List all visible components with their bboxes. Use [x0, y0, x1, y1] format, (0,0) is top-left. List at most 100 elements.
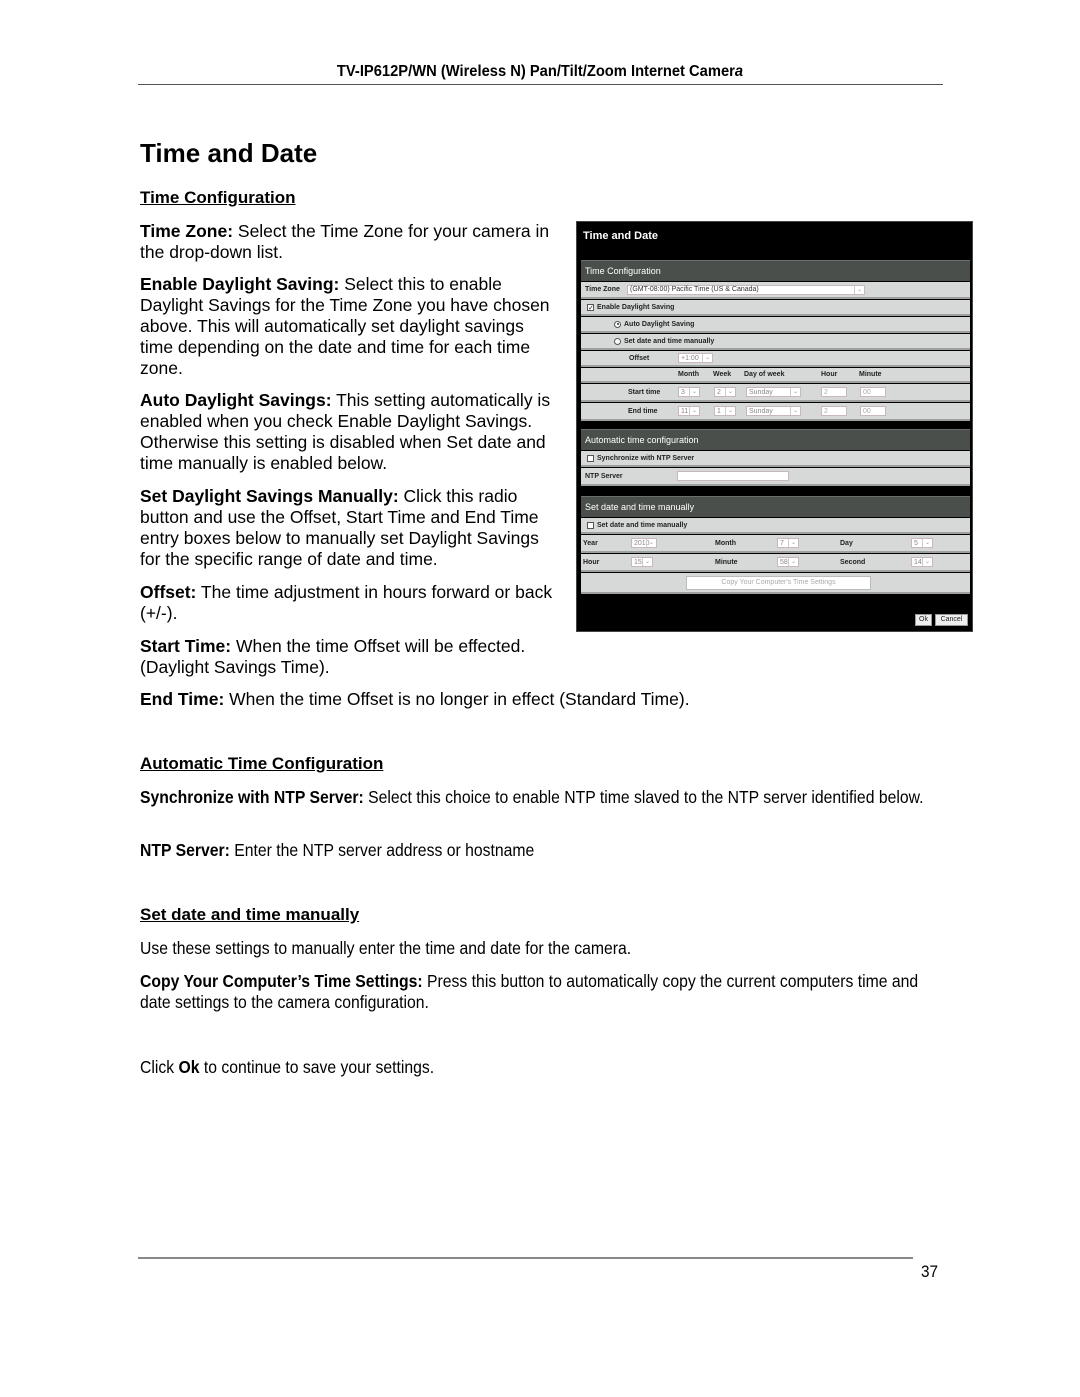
auto-dst-label: Auto Daylight Saving: [624, 320, 695, 328]
paragraph-synchronize-ntp: Synchronize with NTP Server: Select this…: [140, 787, 941, 808]
term: NTP Server:: [140, 840, 230, 860]
paragraph-set-daylight-savings-manually: Set Daylight Savings Manually: Click thi…: [140, 486, 560, 570]
time-zone-value: (GMT-08:00) Pacific Time (US & Canada): [630, 286, 759, 293]
section-heading-set-date-time-manually: Set date and time manually: [140, 905, 360, 924]
paragraph-copy-time-settings: Copy Your Computer’s Time Settings: Pres…: [140, 971, 941, 1013]
start-day-value: Sunday: [749, 388, 773, 396]
copy-computer-time-button[interactable]: Copy Your Computer's Time Settings: [686, 575, 871, 590]
closing-ok: Ok: [178, 1057, 200, 1077]
ntp-server-label: NTP Server: [585, 472, 623, 480]
end-month-select[interactable]: 11 ⌄: [678, 406, 700, 416]
manual-checkbox[interactable]: Set date and time manually: [587, 521, 687, 529]
row-ntp-server: NTP Server: [581, 468, 970, 486]
page-title: Time and Date: [140, 138, 318, 168]
month-label: Month: [715, 539, 736, 547]
row-time-zone: Time Zone (GMT-08:00) Pacific Time (US &…: [581, 282, 970, 299]
paragraph-end-time: End Time: When the time Offset is no lon…: [140, 689, 940, 710]
paragraph-offset: Offset: The time adjustment in hours for…: [140, 582, 560, 624]
chevron-down-icon: ⌄: [702, 354, 712, 362]
checkbox-checked-icon: ✓: [587, 303, 594, 312]
running-header: TV-IP612P/WN (Wireless N) Pan/Tilt/Zoom …: [170, 63, 910, 81]
ntp-server-input[interactable]: [677, 471, 789, 481]
column-month: Month: [678, 371, 699, 378]
day-select[interactable]: 5 ⌄: [911, 538, 933, 548]
offset-value: +1:00: [681, 354, 699, 362]
row-year-month-day: Year 2010 ⌄ Month 7 ⌄ Day 5 ⌄: [581, 535, 970, 553]
paragraph-ntp-server: NTP Server: Enter the NTP server address…: [140, 840, 941, 861]
year-label: Year: [583, 539, 598, 547]
paragraph-auto-daylight-savings: Auto Daylight Savings: This setting auto…: [140, 390, 560, 474]
paragraph-start-time: Start Time: When the time Offset will be…: [140, 636, 560, 678]
hour-label: Hour: [583, 558, 600, 566]
start-day-select[interactable]: Sunday ⌄: [746, 387, 801, 397]
end-day-value: Sunday: [749, 407, 773, 415]
manual-dst-radio[interactable]: Set date and time manually: [614, 337, 715, 345]
year-select[interactable]: 2010 ⌄: [631, 538, 657, 548]
hour-select[interactable]: 15 ⌄: [631, 557, 653, 567]
row-end-time: End time 11 ⌄ 1 ⌄ Sunday ⌄ 2 00: [581, 403, 970, 421]
closing-prefix: Click: [140, 1057, 179, 1077]
ntp-sync-label: Synchronize with NTP Server: [597, 454, 695, 462]
ok-button[interactable]: Ok: [915, 614, 932, 626]
chevron-down-icon: ⌄: [922, 539, 932, 547]
end-day-select[interactable]: Sunday ⌄: [746, 406, 801, 416]
start-hour-input[interactable]: 2: [821, 387, 847, 397]
offset-select[interactable]: +1:00 ⌄: [678, 353, 713, 363]
day-value: 5: [914, 539, 918, 547]
description: Enter the NTP server address or hostname: [229, 840, 535, 860]
enable-dst-label: Enable Daylight Saving: [597, 303, 675, 311]
row-hour-minute-second: Hour 15 ⌄ Minute 58 ⌄ Second 14 ⌄: [581, 554, 970, 572]
end-week-select[interactable]: 1 ⌄: [714, 406, 736, 416]
second-select[interactable]: 14 ⌄: [911, 557, 933, 567]
chevron-down-icon: ⌄: [725, 388, 735, 396]
enable-dst-checkbox[interactable]: ✓ Enable Daylight Saving: [587, 303, 675, 312]
month-select[interactable]: 7 ⌄: [777, 538, 799, 548]
description: When the time Offset is no longer in eff…: [224, 689, 690, 709]
start-minute-input[interactable]: 00: [860, 387, 886, 397]
chevron-down-icon: ⌄: [725, 407, 735, 415]
minute-label: Minute: [715, 558, 738, 566]
description: The time adjustment in hours forward or …: [140, 582, 553, 623]
end-week-value: 1: [717, 407, 721, 415]
start-week-value: 2: [717, 388, 721, 396]
time-zone-label: Time Zone: [585, 286, 620, 293]
footer-rule: [138, 1257, 913, 1259]
chevron-down-icon: ⌄: [788, 558, 798, 566]
auto-dst-radio[interactable]: Auto Daylight Saving: [614, 320, 695, 328]
chevron-down-icon: ⌄: [790, 407, 800, 415]
second-value: 14: [914, 558, 922, 566]
chevron-down-icon: ⌄: [922, 558, 932, 566]
row-copy-settings: Copy Your Computer's Time Settings: [581, 573, 970, 594]
minute-select[interactable]: 58 ⌄: [777, 557, 799, 567]
row-column-headers: Month Week Day of week Hour Minute: [581, 368, 970, 383]
manual-dst-label: Set date and time manually: [624, 337, 715, 345]
column-hour: Hour: [821, 371, 838, 378]
start-month-select[interactable]: 3 ⌄: [678, 387, 700, 397]
band-set-date-time-manually: Set date and time manually: [581, 496, 970, 517]
term: End Time:: [140, 689, 225, 709]
paragraph-manual-intro: Use these settings to manually enter the…: [140, 938, 632, 958]
time-zone-select[interactable]: (GMT-08:00) Pacific Time (US & Canada) ⌄: [627, 284, 865, 295]
section-heading-time-configuration: Time Configuration: [140, 188, 296, 207]
minute-value: 58: [780, 558, 788, 566]
row-ntp-sync: Synchronize with NTP Server: [581, 451, 970, 467]
radio-unselected-icon: [614, 337, 621, 345]
row-offset: Offset +1:00 ⌄: [581, 351, 970, 367]
end-minute-input[interactable]: 00: [860, 406, 886, 416]
chevron-down-icon: ⌄: [854, 285, 864, 294]
section-heading-automatic-time-configuration: Automatic Time Configuration: [140, 754, 384, 773]
term: Copy Your Computer’s Time Settings:: [140, 971, 423, 991]
term: Enable Daylight Saving:: [140, 274, 340, 294]
chevron-down-icon: ⌄: [642, 558, 652, 566]
cancel-button[interactable]: Cancel: [935, 614, 968, 626]
start-week-select[interactable]: 2 ⌄: [714, 387, 736, 397]
day-label: Day: [840, 539, 853, 547]
term: Offset:: [140, 582, 197, 602]
hour-value: 15: [634, 558, 642, 566]
column-minute: Minute: [859, 371, 882, 378]
ntp-sync-checkbox[interactable]: Synchronize with NTP Server: [587, 454, 695, 462]
shot-title: Time and Date: [583, 230, 658, 242]
band-automatic-time-configuration: Automatic time configuration: [581, 429, 970, 450]
row-start-time: Start time 3 ⌄ 2 ⌄ Sunday ⌄ 2 00: [581, 384, 970, 402]
end-hour-input[interactable]: 2: [821, 406, 847, 416]
